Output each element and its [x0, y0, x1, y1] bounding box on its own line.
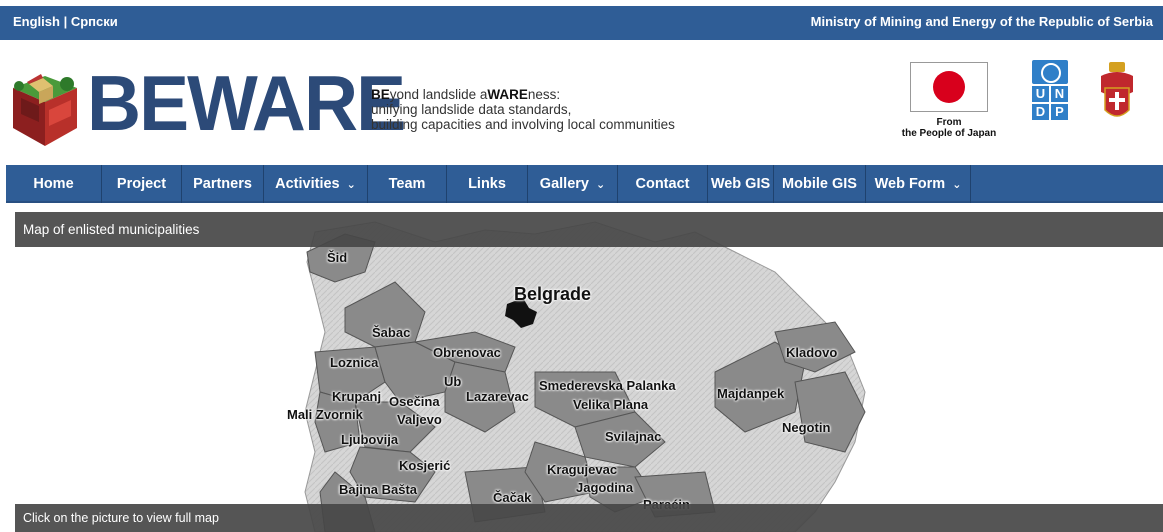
undp-letter: U [1032, 86, 1049, 102]
nav-web-gis[interactable]: Web GIS [708, 165, 774, 203]
map-label: Valjevo [397, 412, 442, 427]
nav-links-label: Links [468, 176, 506, 192]
nav-team[interactable]: Team [368, 165, 447, 203]
undp-letter: D [1032, 104, 1049, 120]
nav-project-label: Project [116, 176, 167, 192]
map-label: Kladovo [786, 345, 838, 360]
tagline-yond: yond landslide a [389, 87, 488, 102]
nav-gallery[interactable]: Gallery ⌄ [528, 165, 618, 203]
un-globe-icon [1032, 60, 1068, 84]
tagline-be: BE [371, 87, 390, 102]
japan-people-text: the People of Japan [901, 128, 997, 139]
tagline-line-3: building capacities and involving local … [371, 117, 675, 132]
nav-mobile-gis-label: Mobile GIS [782, 176, 857, 192]
nav-partners[interactable]: Partners [182, 165, 264, 203]
map-label: Velika Plana [573, 397, 649, 412]
nav-web-form-label: Web Form [874, 176, 946, 192]
undp-letter: N [1051, 86, 1068, 102]
map-label: Lazarevac [466, 389, 529, 404]
map-label: Belgrade [514, 284, 592, 304]
japan-from-text: From [936, 117, 962, 128]
nav-web-form[interactable]: Web Form ⌄ [866, 165, 971, 203]
nav-team-label: Team [388, 176, 426, 192]
map-label: Ljubovija [341, 432, 399, 447]
map-panel-title: Map of enlisted municipalities [15, 212, 1163, 247]
map-label: Jagodina [576, 480, 634, 495]
main-navigation: Home Project Partners Activities ⌄ Team L… [6, 165, 1163, 203]
nav-contact[interactable]: Contact [618, 165, 708, 203]
map-label: Loznica [330, 355, 379, 370]
map-label: Mali Zvornik [287, 407, 363, 422]
map-label: Krupanj [332, 389, 382, 404]
beware-logo-icon[interactable] [9, 58, 81, 148]
map-label: Šid [327, 250, 348, 265]
japan-sponsor-logo[interactable]: From the People of Japan [898, 60, 1008, 144]
undp-logo[interactable]: U N D P [1032, 60, 1068, 140]
map-label: Obrenovac [433, 345, 501, 360]
chevron-down-icon: ⌄ [346, 178, 356, 191]
nav-links[interactable]: Links [447, 165, 528, 203]
logo-wordmark[interactable]: BEWARE [87, 62, 406, 144]
map-label: Majdanpek [717, 386, 785, 401]
nav-gallery-label: Gallery [539, 176, 589, 192]
site-header: BEWARE BEyond landslide aWAREness: unify… [0, 40, 1163, 165]
undp-letter: P [1051, 104, 1068, 120]
map-label: Kragujevac [547, 462, 618, 477]
nav-activities[interactable]: Activities ⌄ [264, 165, 368, 203]
nav-web-gis-label: Web GIS [710, 176, 771, 192]
lang-english-link[interactable]: English [13, 14, 60, 29]
site-tagline: BEyond landslide aWAREness: unifying lan… [371, 87, 675, 132]
map-label: Smederevska Palanka [539, 378, 676, 393]
map-panel-caption[interactable]: Click on the picture to view full map [15, 504, 1163, 532]
map-label: Šabac [372, 325, 411, 340]
nav-activities-label: Activities [275, 176, 340, 192]
language-switcher: English | Српски [13, 14, 118, 29]
japan-flag-icon [910, 62, 988, 112]
top-bar: English | Српски Ministry of Mining and … [0, 0, 1163, 40]
lang-serbian-link[interactable]: Српски [71, 14, 118, 29]
nav-contact-label: Contact [635, 176, 690, 192]
map-label: Bajina Bašta [339, 482, 418, 497]
map-label: Ub [444, 374, 462, 389]
tagline-ware: WARE [487, 87, 528, 102]
ministry-label: Ministry of Mining and Energy of the Rep… [810, 14, 1153, 29]
nav-project[interactable]: Project [102, 165, 182, 203]
map-label: Osečina [389, 394, 440, 409]
nav-home[interactable]: Home [6, 165, 102, 203]
nav-mobile-gis[interactable]: Mobile GIS [774, 165, 866, 203]
tagline-line-2: unifying landslide data standards, [371, 102, 572, 117]
chevron-down-icon: ⌄ [952, 178, 962, 191]
serbia-coat-of-arms-icon[interactable] [1097, 62, 1137, 124]
map-panel[interactable]: Šid Belgrade Šabac Obrenovac Loznica Ub … [15, 212, 1163, 532]
map-label: Čačak [493, 490, 532, 505]
tagline-ness: ness: [527, 87, 561, 102]
map-label: Svilajnac [605, 429, 662, 444]
nav-partners-label: Partners [193, 176, 252, 192]
map-label: Negotin [782, 420, 831, 435]
chevron-down-icon: ⌄ [595, 178, 606, 191]
lang-separator: | [59, 14, 71, 29]
map-label: Kosjerić [399, 458, 451, 473]
nav-home-label: Home [33, 176, 74, 192]
